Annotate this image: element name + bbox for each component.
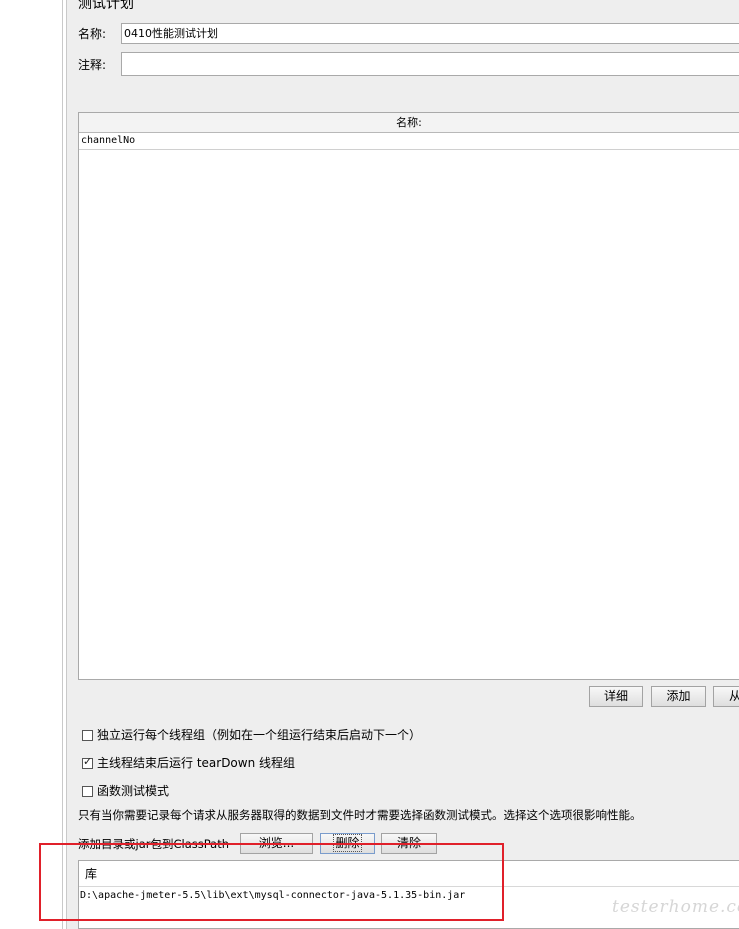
- add-from-clipboard-label: 从: [729, 689, 739, 703]
- detail-button[interactable]: 详细: [589, 686, 643, 707]
- comment-field[interactable]: [121, 52, 739, 76]
- functional-mode-checkbox[interactable]: [82, 786, 93, 797]
- comment-label: 注释:: [78, 58, 107, 72]
- teardown-label: 主线程结束后运行 tearDown 线程组: [97, 756, 296, 770]
- user-variables-table[interactable]: 名称: channelNo: [78, 112, 739, 680]
- functional-mode-label: 函数测试模式: [97, 784, 170, 798]
- checkmark-icon: ✓: [83, 755, 93, 768]
- run-groups-consecutively-option[interactable]: 独立运行每个线程组（例如在一个组运行结束后启动下一个）: [82, 727, 421, 743]
- panel-title: 测试计划: [78, 0, 134, 12]
- table-row[interactable]: channelNo: [79, 133, 739, 150]
- teardown-option[interactable]: ✓ 主线程结束后运行 tearDown 线程组: [82, 755, 295, 771]
- functional-mode-note: 只有当你需要记录每个请求从服务器取得的数据到文件时才需要选择函数测试模式。选择这…: [78, 808, 642, 822]
- tree-panel: [0, 0, 62, 929]
- add-button[interactable]: 添加: [651, 686, 706, 707]
- split-pane-divider[interactable]: [62, 0, 63, 929]
- run-groups-consecutively-checkbox[interactable]: [82, 730, 93, 741]
- name-label: 名称:: [78, 27, 107, 41]
- watermark: testerhome.com: [612, 897, 739, 917]
- add-button-label: 添加: [666, 689, 691, 703]
- name-field[interactable]: 0410性能测试计划: [121, 23, 739, 44]
- functional-mode-option[interactable]: 函数测试模式: [82, 783, 169, 799]
- highlight-annotation: [39, 843, 504, 921]
- table-header-name[interactable]: 名称:: [79, 113, 739, 133]
- detail-button-label: 详细: [603, 689, 628, 703]
- teardown-checkbox[interactable]: ✓: [82, 755, 93, 769]
- add-from-clipboard-button[interactable]: 从: [713, 686, 739, 707]
- run-groups-consecutively-label: 独立运行每个线程组（例如在一个组运行结束后启动下一个）: [97, 728, 422, 742]
